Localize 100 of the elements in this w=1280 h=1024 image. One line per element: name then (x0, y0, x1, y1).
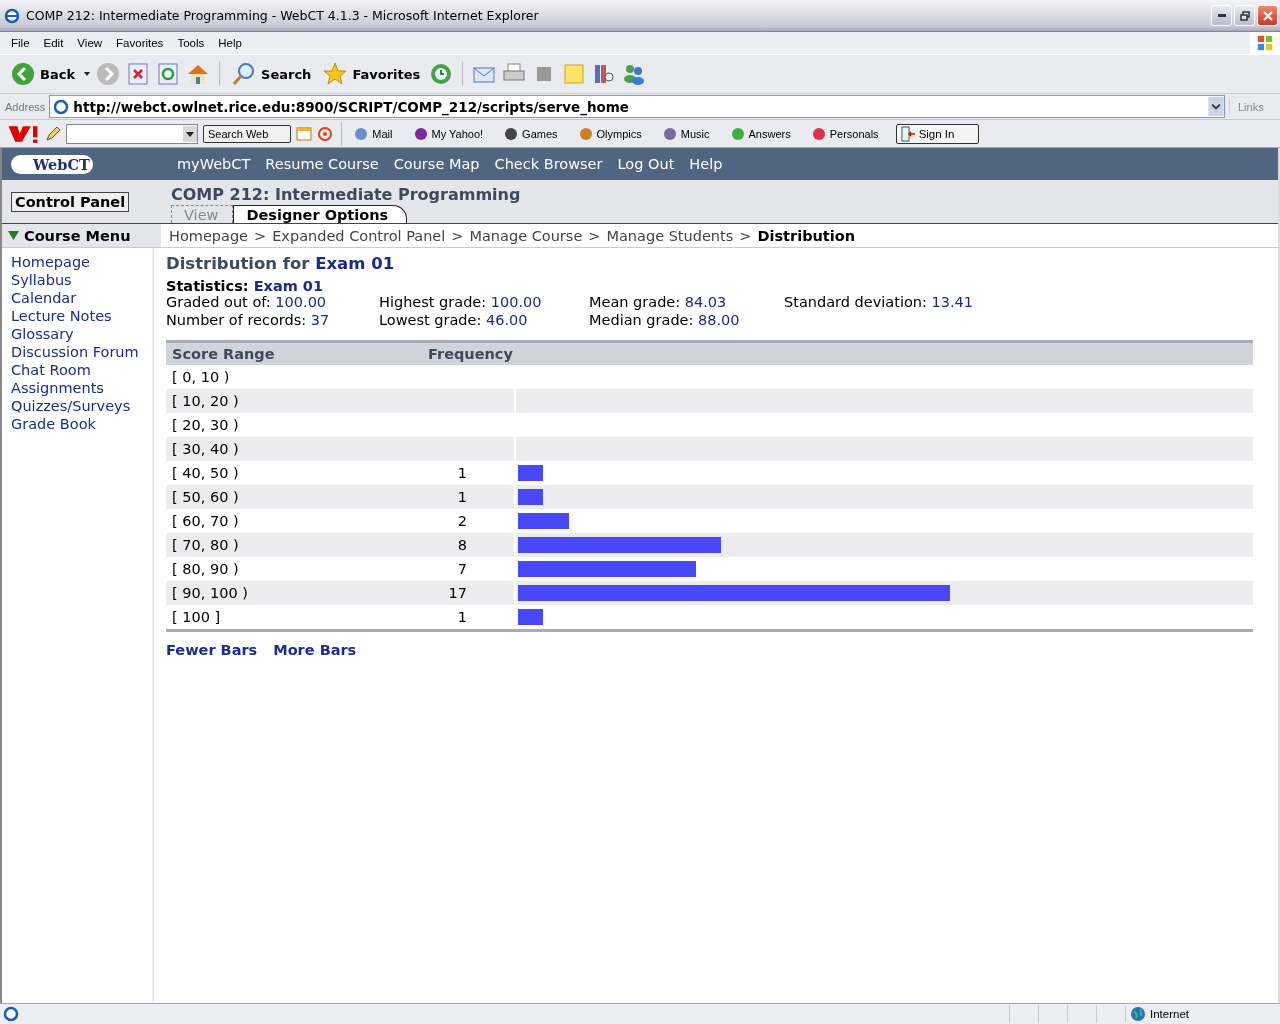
course-menu-link[interactable]: Quizzes/Surveys (11, 397, 153, 415)
restore-button[interactable] (1234, 5, 1255, 26)
globe-icon (1130, 1006, 1146, 1022)
score-range-cell-text: [ 60, 70 ) (171, 513, 240, 529)
dropdown-icon (183, 125, 197, 142)
webct-logo[interactable]: WebCT (11, 154, 93, 174)
breadcrumb-link[interactable]: Manage Course (469, 227, 583, 244)
toolbar-item[interactable]: Olympics (574, 125, 654, 142)
nav-link[interactable]: Check Browser (494, 156, 603, 172)
menu-item[interactable]: View (70, 37, 110, 49)
zone-label: Internet (1150, 1008, 1189, 1020)
pencil-icon[interactable] (45, 125, 61, 142)
course-menu-title: Course Menu (24, 227, 131, 244)
score-range-cell-text: [ 70, 80 ) (171, 537, 240, 553)
menu-item[interactable]: Favorites (109, 37, 171, 49)
breadcrumb-link[interactable]: Expanded Control Panel (272, 227, 446, 244)
menu-item[interactable]: Edit (36, 37, 71, 49)
nav-link[interactable]: myWebCT (177, 156, 251, 172)
frequency-cell: 7 (457, 561, 467, 577)
frequency-cell: 1 (457, 465, 467, 481)
favorites-button[interactable]: Favorites (320, 62, 424, 86)
close-button[interactable] (1257, 5, 1278, 26)
course-menu-link[interactable]: Lecture Notes (11, 307, 153, 325)
score-range-cell-text: [ 90, 100 ) (171, 585, 249, 601)
course-menu-link[interactable]: Chat Room (11, 361, 153, 379)
statistic: Standard deviation: 13.41 (784, 294, 973, 312)
page-heading: Distribution for Exam 01 (166, 254, 396, 273)
star-icon (323, 62, 348, 86)
course-menu-link[interactable]: Syllabus (11, 271, 153, 289)
course-menu-link[interactable]: Assignments (11, 379, 153, 397)
search-field[interactable] (66, 123, 198, 144)
score-range-cell-text: [ 10, 20 ) (171, 393, 240, 409)
breadcrumb-link[interactable]: Homepage (169, 227, 249, 244)
toolbar-item[interactable]: Music (658, 125, 722, 142)
column-header: Frequency (427, 346, 513, 362)
frequency-bar (518, 489, 544, 505)
breadcrumb-separator: > (254, 227, 267, 244)
menu-item[interactable]: Help (211, 37, 249, 49)
breadcrumb-separator: > (588, 227, 601, 244)
door-icon (899, 125, 916, 142)
toolbar-item[interactable]: My Yahoo! (409, 125, 496, 142)
history-icon[interactable] (429, 62, 454, 86)
statistic: Graded out of: 100.00 (166, 294, 328, 312)
bar-count-link[interactable]: More Bars (273, 642, 357, 658)
yahoo-logo-icon[interactable] (6, 123, 40, 144)
address-label: Address (5, 100, 46, 113)
score-range-cell-text: [ 20, 30 ) (171, 417, 240, 433)
page-icon (53, 98, 70, 115)
frequency-bar (518, 465, 544, 481)
statistic: Median grade: 88.00 (589, 312, 741, 330)
toolbar-item-icon (353, 125, 370, 142)
search-web-button[interactable]: Search Web (203, 124, 292, 143)
control-panel-button[interactable]: Control Panel (11, 191, 130, 212)
course-menu-link[interactable]: Homepage (11, 253, 153, 271)
statistic: Number of records: 37 (166, 312, 331, 330)
statistic: Mean grade: 84.03 (589, 294, 728, 312)
toolbar-item[interactable]: Mail (350, 125, 405, 142)
course-menu-header[interactable]: Course Menu (2, 224, 161, 247)
breadcrumb-link[interactable]: Manage Students (606, 227, 734, 244)
minimize-button[interactable] (1211, 5, 1232, 26)
menu-item[interactable]: File (4, 37, 37, 49)
sign-in-button[interactable]: Sign In (895, 123, 980, 144)
nav-link[interactable]: Resume Course (265, 156, 379, 172)
course-menu-link[interactable]: Glossary (11, 325, 153, 343)
target-icon[interactable] (317, 125, 334, 142)
score-range-cell-text: [ 0, 10 ) (171, 369, 231, 385)
statistic: Highest grade: 100.00 (379, 294, 543, 312)
dropdown-icon[interactable] (1208, 97, 1224, 116)
toolbar-item-icon (577, 125, 594, 142)
course-menu-link[interactable]: Grade Book (11, 415, 153, 433)
score-range-cell-text: [ 40, 50 ) (171, 465, 240, 481)
toolbar-item-icon (810, 125, 827, 142)
tab[interactable]: Designer Options (233, 205, 408, 223)
window-icon[interactable] (296, 125, 313, 142)
restore-icon (1239, 10, 1250, 21)
toolbar-item[interactable]: Personals (807, 125, 891, 142)
frequency-cell: 2 (457, 513, 467, 529)
browser-icon (4, 7, 20, 24)
window-title: COMP 212: Intermediate Programming - WebCT 4.1.3 - Microsoft Internet Explorer (26, 8, 540, 23)
nav-link[interactable]: Course Map (393, 156, 480, 172)
course-menu-link[interactable]: Discussion Forum (11, 343, 153, 361)
toolbar-item[interactable]: Answers (726, 125, 803, 142)
toolbar-item-icon (661, 125, 678, 142)
frequency-cell: 1 (457, 609, 467, 625)
stop-icon[interactable] (126, 62, 151, 86)
nav-link[interactable]: Log Out (617, 156, 675, 172)
toolbar-item[interactable]: Games (500, 125, 570, 142)
back-button[interactable]: Back (8, 62, 79, 86)
course-title: COMP 212: Intermediate Programming (171, 185, 521, 204)
expand-triangle-icon (8, 231, 19, 240)
course-menu-link[interactable]: Calendar (11, 289, 153, 307)
menu-item[interactable]: Tools (170, 37, 212, 49)
address-field[interactable]: http://webct.owlnet.rice.edu:8900/SCRIPT/COMP_212/scripts/serve_home (49, 95, 1225, 118)
statistic: Lowest grade: 46.00 (379, 312, 529, 330)
windows-flag-icon (1256, 34, 1274, 52)
bar-count-link[interactable]: Fewer Bars (166, 642, 258, 658)
nav-link[interactable]: Help (689, 156, 723, 172)
search-button[interactable]: Search (229, 62, 315, 86)
messenger-icon[interactable] (622, 62, 647, 86)
score-range-cell-text: [ 80, 90 ) (171, 561, 240, 577)
